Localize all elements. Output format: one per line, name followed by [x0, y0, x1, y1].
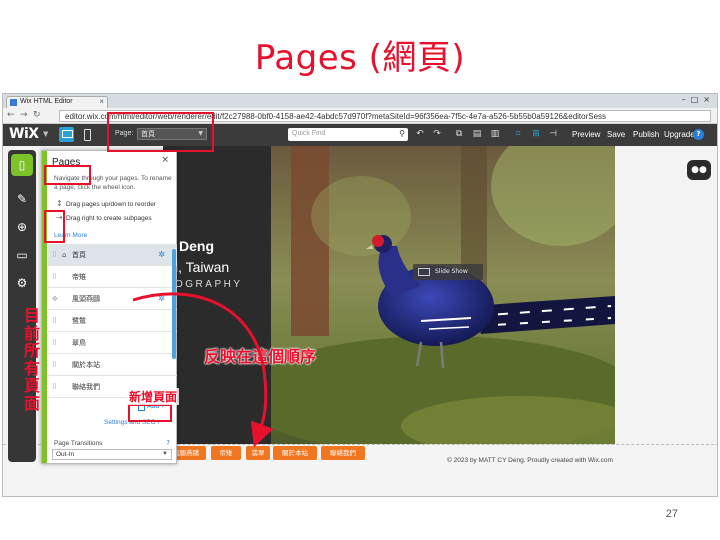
page-name: 帝雉 [72, 273, 86, 281]
undo-icon[interactable]: ↶ [413, 128, 427, 141]
pages-icon[interactable]: ▯ [11, 154, 33, 176]
page-select-highlight [107, 112, 214, 152]
redo-icon[interactable]: ↷ [430, 128, 444, 141]
drag-handle-icon[interactable]: ⠿ [52, 332, 57, 354]
panel-accent-bar [42, 151, 47, 463]
add-icon[interactable]: ⊕ [11, 216, 33, 238]
mobile-view-icon[interactable] [79, 127, 94, 142]
page-name: 關於本站 [72, 361, 100, 369]
drag-handle-icon[interactable]: ⠿ [52, 266, 57, 288]
drag-hints-highlight [44, 210, 65, 243]
hint-reorder: Drag pages up/down to reorder [66, 201, 156, 208]
page-name: 聯絡我們 [72, 383, 100, 391]
page-transitions-value: Out-In [56, 451, 75, 458]
page-name: 風頭燕鷗 [72, 295, 100, 303]
chevron-down-icon: ▼ [162, 451, 168, 457]
wix-favicon-icon [10, 99, 17, 106]
page-item[interactable]: ⠿ 翠鳥 [48, 332, 177, 354]
gridlines-icon[interactable]: ⌗ [511, 128, 525, 141]
slideshow-photo[interactable] [271, 146, 615, 444]
logo-dropdown-icon[interactable]: ▼ [43, 130, 48, 138]
reload-icon[interactable]: ↻ [33, 110, 41, 120]
page-transitions-select[interactable]: Out-In ▼ [52, 449, 172, 460]
page-item[interactable]: ✥ 風頭燕鷗 ✲ [48, 288, 177, 310]
page-item[interactable]: ⠿ 關於本站 [48, 354, 177, 376]
gear-icon[interactable]: ✲ [158, 244, 165, 266]
drag-vertical-icon: ↕ [56, 199, 63, 208]
site-name[interactable]: Deng [179, 238, 214, 254]
page-name: 鷺鷥 [72, 317, 86, 325]
browser-tab[interactable]: Wix HTML Editor × [6, 96, 108, 108]
pages-list-scrollbar[interactable] [172, 249, 176, 359]
tab-title: Wix HTML Editor [20, 98, 73, 105]
snap-icon[interactable]: ⊞ [529, 128, 543, 141]
annotation-add-page: 新增頁面 [127, 388, 180, 405]
pages-title-highlight [44, 165, 91, 185]
image-icon [418, 268, 430, 276]
close-icon[interactable]: × [161, 155, 169, 165]
gear-icon[interactable]: ✲ [158, 288, 165, 310]
pages-list: ⠿ ⌂ 首頁 ✲ ⠿ 帝雉 ✥ 風頭燕鷗 ✲ ⠿ 鷺鷥 ⠿ 翠鳥 ⠿ 關於本站 … [48, 244, 177, 398]
app-market-icon[interactable]: ▭ [11, 244, 33, 266]
desktop-view-icon[interactable] [59, 127, 74, 142]
forward-icon[interactable]: → [20, 110, 28, 120]
help-icon[interactable]: ? [166, 439, 170, 447]
slideshow-badge[interactable]: Slide Show [413, 264, 483, 280]
add-button-highlight [128, 404, 172, 422]
drag-handle-icon[interactable]: ⠿ [52, 376, 57, 398]
page-name: 首頁 [72, 251, 86, 259]
wix-logo[interactable]: WiX [9, 126, 39, 142]
preview-button[interactable]: Preview [572, 130, 600, 139]
save-button[interactable]: Save [607, 130, 625, 139]
footer-menu-item[interactable]: 帝雉 [211, 446, 241, 460]
editor-canvas[interactable]: Deng i, Taiwan OGRAPHY Slide Show 風頭燕鷗 帝… [3, 146, 717, 496]
copy-icon[interactable]: ⧉ [452, 128, 466, 141]
site-subtitle[interactable]: OGRAPHY [175, 279, 243, 290]
settings-gear-icon[interactable]: ⚙ [11, 272, 33, 294]
quick-find-input[interactable]: Quick Find ⚲ [288, 128, 408, 141]
drag-handle-icon[interactable]: ⠿ [52, 354, 57, 376]
annotation-reorder: 反映在這個順序 [204, 347, 317, 366]
footer-menu-item[interactable]: 聯絡我們 [321, 446, 365, 460]
back-icon[interactable]: ← [7, 110, 15, 120]
tab-close-icon[interactable]: × [99, 97, 104, 106]
page-number: 27 [665, 508, 678, 520]
footer-menu-item[interactable]: 關於本站 [273, 446, 317, 460]
quick-find-placeholder: Quick Find [292, 130, 326, 137]
page-transitions-label: Page Transitions [54, 440, 103, 447]
ruler-icon[interactable]: ⊣ [546, 128, 560, 141]
slide-title: Pages (網頁) [254, 38, 466, 78]
page-item[interactable]: ⠿ 帝雉 [48, 266, 177, 288]
drag-handle-icon[interactable]: ⠿ [52, 310, 57, 332]
help-icon[interactable]: ? [693, 129, 704, 140]
pheasant-photo [271, 146, 615, 444]
page-name: 翠鳥 [72, 339, 86, 347]
design-brush-icon[interactable]: ✎ [11, 188, 33, 210]
move-icon[interactable]: ✥ [52, 288, 58, 310]
site-location[interactable]: i, Taiwan [175, 259, 229, 275]
hint-subpages: Drag right to create subpages [66, 215, 152, 222]
copyright-text[interactable]: © 2023 by MATT CY Deng. Proudly created … [447, 457, 613, 464]
publish-button[interactable]: Publish [633, 130, 659, 139]
slideshow-label: Slide Show [435, 268, 468, 275]
home-icon: ⌂ [62, 251, 67, 259]
chat-icon[interactable]: ●● [687, 160, 711, 180]
window-controls[interactable]: –□× [682, 95, 715, 104]
editor-screenshot: Wix HTML Editor × –□× ← → ↻ editor.wix.c… [2, 93, 718, 497]
paste-icon[interactable]: ▤ [470, 128, 484, 141]
page-item-home[interactable]: ⠿ ⌂ 首頁 ✲ [48, 244, 177, 266]
delete-icon[interactable]: ▥ [488, 128, 502, 141]
browser-tabbar: Wix HTML Editor × –□× [3, 94, 717, 108]
annotation-current-pages: 目前所有頁面 [24, 306, 41, 413]
upgrade-button[interactable]: Upgrade [664, 130, 695, 139]
footer-menu-item[interactable]: 翡翠 [246, 446, 270, 460]
site-header-panel [163, 146, 271, 444]
search-icon: ⚲ [399, 129, 405, 138]
page-item[interactable]: ⠿ 鷺鷥 [48, 310, 177, 332]
drag-handle-icon[interactable]: ⠿ [52, 244, 57, 266]
